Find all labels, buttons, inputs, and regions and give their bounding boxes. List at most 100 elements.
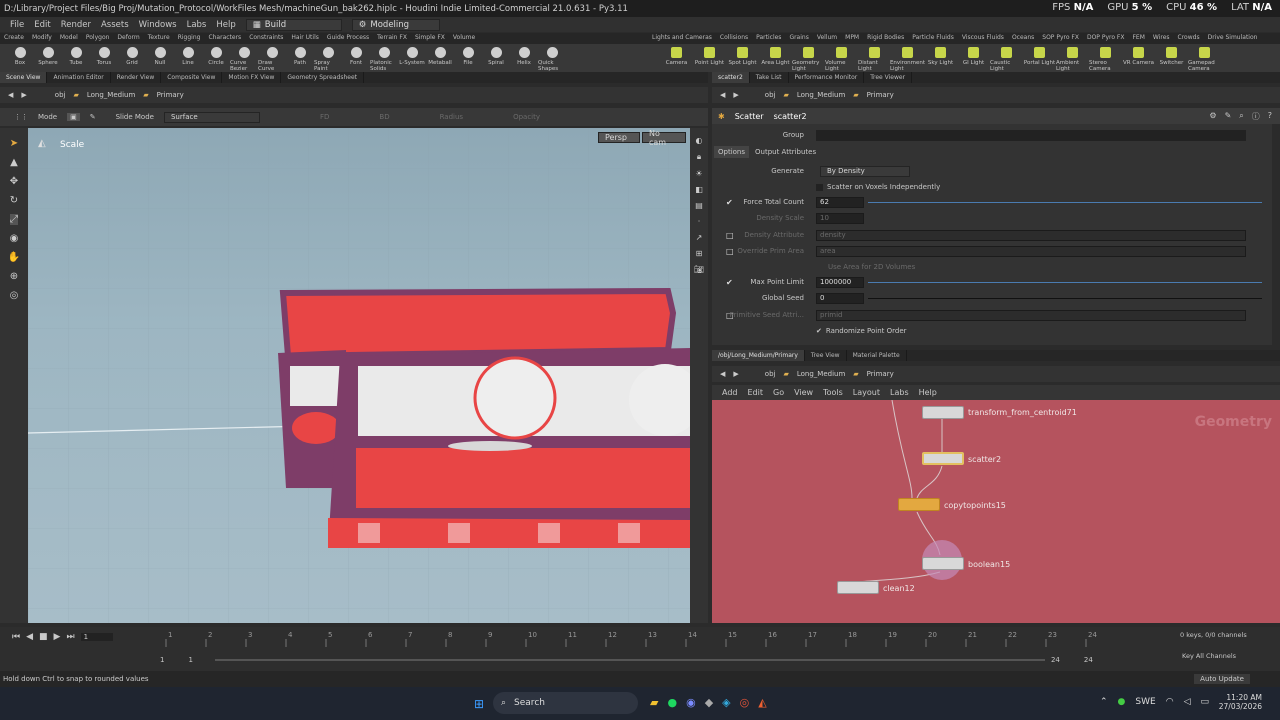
forward-icon[interactable]: ▶ (21, 91, 26, 99)
network-menu-item[interactable]: Layout (853, 388, 880, 397)
range-end2[interactable]: 24 (1084, 656, 1093, 664)
shelf-tool[interactable]: GI Light (957, 44, 990, 72)
network-menu-item[interactable]: Add (722, 388, 738, 397)
density-attr-field[interactable]: density (816, 229, 1246, 241)
shelf-tab[interactable]: MPM (841, 33, 863, 44)
shelf-tab[interactable]: Hair Utils (287, 33, 322, 44)
shelf-tab[interactable]: Grains (785, 33, 812, 44)
desktop-dropdown[interactable]: ▦ Build (245, 18, 342, 31)
range-end[interactable]: 24 (1051, 656, 1060, 664)
shelf-tool[interactable]: Geometry Light (792, 44, 825, 72)
play-icon[interactable]: ▶ (54, 632, 61, 642)
shelf-tool[interactable]: Portal Light (1023, 44, 1056, 72)
pane-tab[interactable]: scatter2 (712, 72, 750, 83)
shelf-tab[interactable]: Deform (113, 33, 143, 44)
menu-render[interactable]: Render (61, 20, 91, 30)
path-node[interactable]: Primary (867, 91, 894, 99)
path-root[interactable]: obj (765, 370, 776, 378)
shelf-tool[interactable]: Font (342, 44, 370, 72)
clock[interactable]: 11:20 AM 27/03/2026 (1210, 693, 1262, 711)
shelf-tool[interactable]: Path (286, 44, 314, 72)
search-icon[interactable]: ⌕ (1239, 111, 1243, 122)
pane-tab[interactable]: Take List (750, 72, 789, 83)
density-attr-checkbox[interactable]: □ (726, 231, 734, 240)
generate-dropdown[interactable]: By Density (820, 165, 910, 177)
node-scatter[interactable] (922, 452, 964, 465)
back-icon[interactable]: ◀ (720, 370, 725, 378)
select-tool-icon[interactable]: ▲ (10, 157, 18, 168)
node-copytopoints[interactable] (898, 498, 940, 511)
network-menu-item[interactable]: Tools (823, 388, 843, 397)
stop-icon[interactable]: ■ (39, 632, 48, 642)
chevron-up-icon[interactable]: ⌃ (1100, 697, 1108, 707)
shelf-tool[interactable]: Sphere (34, 44, 62, 72)
network-menu-item[interactable]: Go (773, 388, 784, 397)
menu-assets[interactable]: Assets (101, 20, 129, 30)
shelf-tab[interactable]: Wires (1149, 33, 1174, 44)
node-boolean[interactable] (922, 557, 964, 570)
network-editor[interactable]: transform_from_centroid71 scatter2 copyt… (712, 400, 1280, 623)
density-scale-field[interactable]: 10 (816, 212, 864, 224)
shelf-tool[interactable]: Ambient Light (1056, 44, 1089, 72)
taskbar-search[interactable]: ⌕ Search (493, 692, 638, 714)
wifi-icon[interactable]: ◠ (1166, 697, 1174, 707)
shelf-tab[interactable]: Polygon (82, 33, 114, 44)
menu-labs[interactable]: Labs (187, 20, 207, 30)
shelf-tab[interactable]: Guide Process (323, 33, 373, 44)
shelf-tab[interactable]: Collisions (716, 33, 752, 44)
force-total-checkbox[interactable]: ✔ (726, 198, 734, 207)
max-point-field[interactable]: 1000000 (816, 276, 864, 288)
shelf-tool[interactable]: Gamepad Camera (1188, 44, 1221, 72)
pane-tab[interactable]: Performance Monitor (789, 72, 865, 83)
shelf-tool[interactable]: Point Light (693, 44, 726, 72)
frame-field[interactable]: 1 (80, 633, 113, 641)
pane-tab[interactable]: Geometry Spreadsheet (281, 72, 364, 83)
force-total-field[interactable]: 62 (816, 196, 864, 208)
shelf-tool[interactable]: Distant Light (858, 44, 891, 72)
houdini-icon[interactable]: ◎ (740, 696, 750, 709)
shelf-tab[interactable]: Constraints (245, 33, 287, 44)
path-node[interactable]: Primary (867, 370, 894, 378)
shelf-tab[interactable]: Rigging (174, 33, 205, 44)
discord-icon[interactable]: ◉ (686, 696, 696, 709)
path-root[interactable]: obj (765, 91, 776, 99)
windows-start-icon[interactable]: ⊞ (474, 697, 484, 711)
shelf-tab[interactable]: Characters (204, 33, 245, 44)
randomize-checkbox[interactable]: ✔ (816, 327, 822, 335)
browser-icon[interactable]: ◈ (722, 696, 730, 709)
battery-icon[interactable]: ▭ (1201, 697, 1210, 707)
force-total-slider[interactable] (868, 202, 1262, 203)
shelf-tool[interactable]: Camera (660, 44, 693, 72)
scale-tool-icon[interactable]: ⤢ (10, 214, 18, 225)
menu-file[interactable]: File (10, 20, 24, 30)
file-explorer-icon[interactable]: ▰ (650, 696, 658, 709)
max-point-slider[interactable] (868, 282, 1262, 283)
points-icon[interactable]: · (698, 217, 701, 226)
shelf-tool[interactable]: VR Camera (1122, 44, 1155, 72)
override-area-checkbox[interactable]: □ (726, 247, 734, 256)
shelf-tab[interactable]: Texture (144, 33, 174, 44)
shelf-tool[interactable]: Spray Paint (314, 44, 342, 72)
forward-icon[interactable]: ▶ (733, 91, 738, 99)
app-icon[interactable]: ◆ (705, 696, 713, 709)
persp-dropdown[interactable]: Persp (598, 132, 640, 143)
camera-dropdown[interactable]: No cam (642, 129, 686, 147)
snap-icon[interactable]: ⊞ (696, 249, 703, 258)
play-back-icon[interactable]: ◀ (26, 632, 33, 642)
shelf-tab[interactable]: SOP Pyro FX (1038, 33, 1083, 44)
shading-icon[interactable]: ◧ (695, 185, 703, 194)
path-root[interactable]: obj (55, 91, 66, 99)
light-icon[interactable]: ☀ (695, 169, 702, 178)
shelf-tool[interactable]: Environment Light (890, 44, 925, 72)
shelf-tool[interactable]: Grid (118, 44, 146, 72)
back-icon[interactable]: ◀ (720, 91, 725, 99)
shelf-tool[interactable]: Null (146, 44, 174, 72)
key-channels-button[interactable]: Key All Channels (1182, 652, 1236, 660)
pane-tab[interactable]: Material Palette (847, 350, 907, 361)
grid-menu-icon[interactable]: ⋮⋮ (14, 113, 28, 121)
shelf-tool[interactable]: Stereo Camera (1089, 44, 1122, 72)
pane-tab[interactable]: Tree View (805, 350, 847, 361)
context-dropdown[interactable]: ⚙ Modeling (351, 18, 440, 31)
shelf-tool[interactable]: Tube (62, 44, 90, 72)
pane-tab[interactable]: Tree Viewer (864, 72, 913, 83)
